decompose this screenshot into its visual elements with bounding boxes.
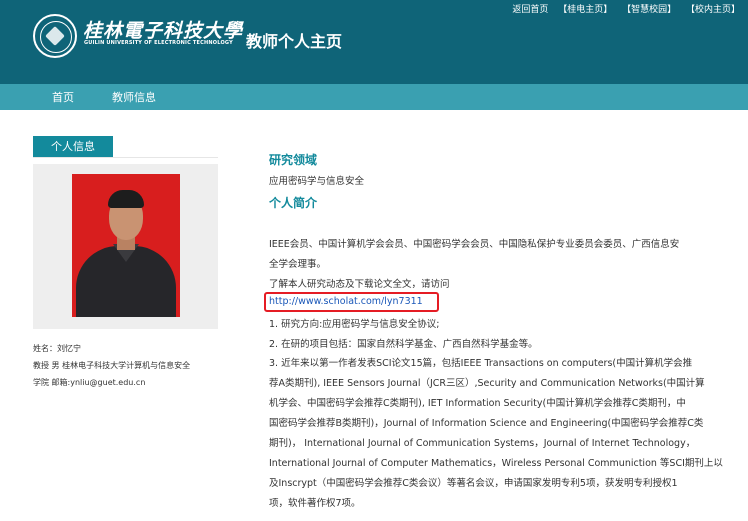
top-links: 返回首页 【桂电主页】 【智慧校园】 【校内主页】 xyxy=(505,2,740,15)
university-logo-text[interactable]: 桂林電子科技大學 xyxy=(83,16,243,43)
top-link-guet[interactable]: 【桂电主页】 xyxy=(558,5,612,15)
profile-photo xyxy=(72,174,180,317)
scholat-link[interactable]: http://www.scholat.com/lyn7311 xyxy=(269,296,423,307)
intro-line: IEEE会员、中国计算机学会会员、中国密码学会会员、中国隐私保护专业委员会委员、… xyxy=(269,239,680,250)
intro-line: International Journal of Computer Mathem… xyxy=(269,458,723,469)
intro-line: 期刊)， International Journal of Communicat… xyxy=(269,438,696,449)
university-logo-subtitle: GUILIN UNIVERSITY OF ELECTRONIC TECHNOLO… xyxy=(84,40,233,46)
intro-line: 国密码学会推荐B类期刊)，Journal of Information Scie… xyxy=(269,418,704,429)
site-header: 返回首页 【桂电主页】 【智慧校园】 【校内主页】 桂林電子科技大學 GUILI… xyxy=(0,0,748,84)
info-name: 姓名：刘忆宁 xyxy=(33,344,81,353)
intro-line: 1. 研究方向:应用密码学与信息安全协议; xyxy=(269,319,440,330)
intro-line: 荐A类期刊), IEEE Sensors Journal（JCR三区）,Secu… xyxy=(269,378,705,389)
university-seal-icon[interactable] xyxy=(33,14,77,58)
intro-line: 2. 在研的项目包括：国家自然科学基金、广西自然科学基金等。 xyxy=(269,339,538,350)
site-title: 教师个人主页 xyxy=(246,32,343,51)
info-email: 学院 邮箱:ynliu@guet.edu.cn xyxy=(33,378,146,387)
divider xyxy=(33,157,218,158)
intro-line: 了解本人研究动态及下载论文全文，请访问 xyxy=(269,279,450,290)
info-title: 教授 男 桂林电子科技大学计算机与信息安全 xyxy=(33,361,191,370)
top-link-intranet[interactable]: 【校内主页】 xyxy=(686,5,740,15)
intro-line: 及Inscrypt（中国密码学会推荐C类会议）等著名会议，申请国家发明专利5项，… xyxy=(269,478,678,489)
intro-heading: 个人简介 xyxy=(269,196,318,210)
research-text: 应用密码学与信息安全 xyxy=(269,176,365,187)
intro-line: 3. 近年来以第一作者发表SCI论文15篇，包括IEEE Transaction… xyxy=(269,358,693,369)
intro-line: 机学会、中国密码学会推荐C类期刊), IET Information Secur… xyxy=(269,398,686,409)
nav-item-teacher-info[interactable]: 教师信息 xyxy=(112,89,156,105)
profile-photo-frame xyxy=(33,164,218,329)
top-link-home[interactable]: 返回首页 xyxy=(512,5,548,15)
top-link-smart-campus[interactable]: 【智慧校园】 xyxy=(622,5,676,15)
profile-tab[interactable]: 个人信息 xyxy=(33,136,113,158)
intro-line: 项，软件著作权7项。 xyxy=(269,498,361,509)
nav-item-home[interactable]: 首页 xyxy=(52,89,74,105)
intro-line: 全学会理事。 xyxy=(269,259,327,270)
research-heading: 研究领域 xyxy=(269,153,318,167)
main-nav: 首页 教师信息 xyxy=(0,84,748,110)
